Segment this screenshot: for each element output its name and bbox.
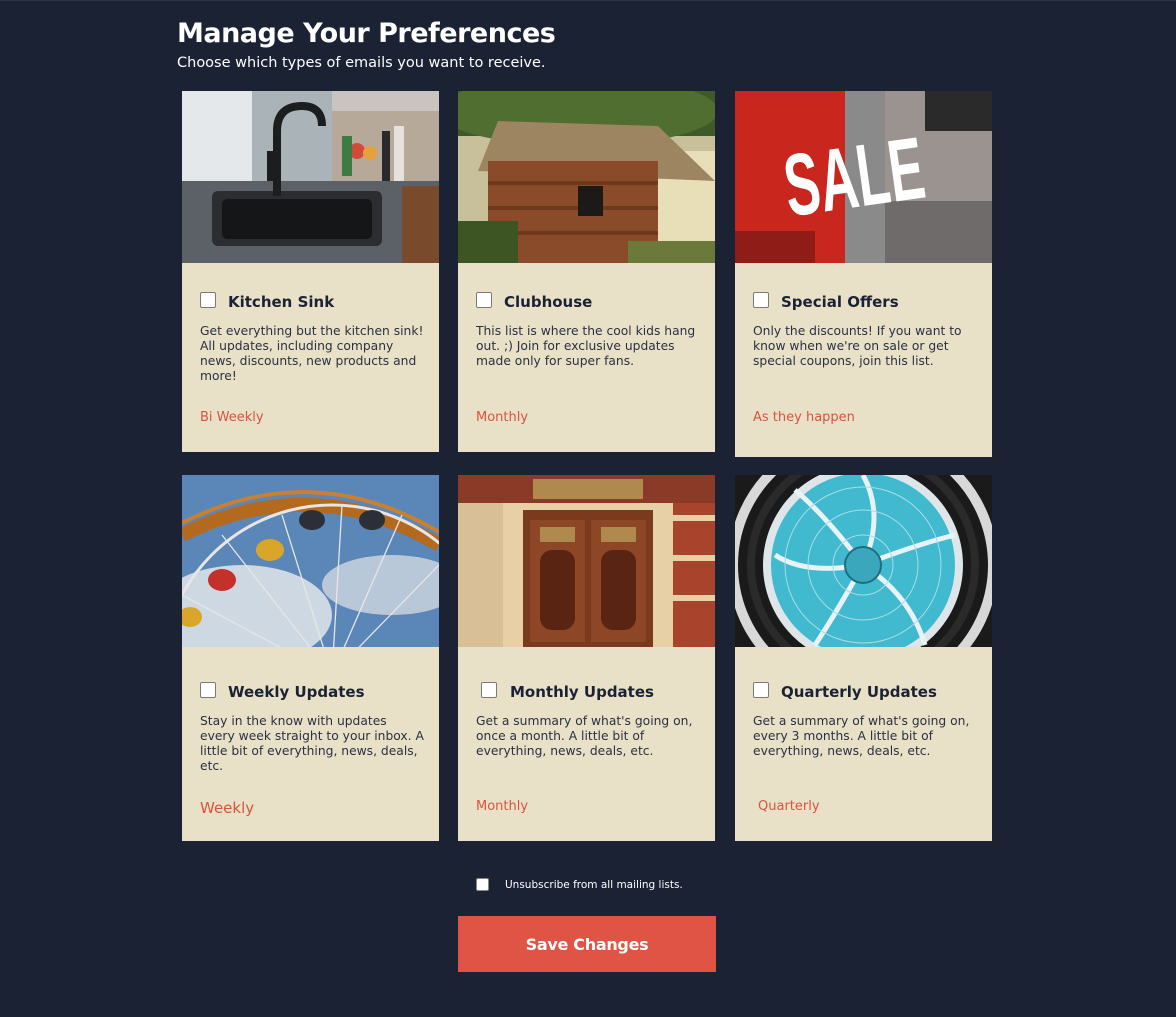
kitchen-sink-photo xyxy=(182,91,439,263)
card-frequency: Quarterly xyxy=(758,799,820,814)
kitchen-sink-checkbox[interactable] xyxy=(200,292,216,308)
card-description: Get a summary of what's going on, once a… xyxy=(476,714,693,758)
card-title: Clubhouse xyxy=(504,293,593,311)
ornate-door-photo xyxy=(458,475,715,647)
list-card-special-offers: SALE Special Offers Only the discounts! … xyxy=(735,91,992,457)
list-card-monthly-updates: Monthly Updates Get a summary of what's … xyxy=(458,475,715,841)
special-offers-checkbox[interactable] xyxy=(753,292,769,308)
card-frequency: As they happen xyxy=(753,410,855,425)
card-title: Kitchen Sink xyxy=(228,293,335,311)
card-description: Stay in the know with updates every week… xyxy=(200,714,424,773)
card-frequency: Monthly xyxy=(476,799,529,814)
save-changes-button[interactable]: Save Changes xyxy=(458,916,716,972)
card-title: Weekly Updates xyxy=(228,683,365,701)
weekly-updates-checkbox[interactable] xyxy=(200,682,216,698)
list-card-quarterly-updates: Quarterly Updates Get a summary of what'… xyxy=(735,475,992,841)
top-divider xyxy=(0,0,1176,1)
glass-dome-photo xyxy=(735,475,992,647)
card-title: Special Offers xyxy=(781,293,899,311)
card-description: Get everything but the kitchen sink! All… xyxy=(200,324,424,383)
ferris-wheel-photo xyxy=(182,475,439,647)
card-frequency: Weekly xyxy=(200,799,255,817)
card-title: Quarterly Updates xyxy=(781,683,937,701)
card-title: Monthly Updates xyxy=(510,683,654,701)
quarterly-updates-checkbox[interactable] xyxy=(753,682,769,698)
sale-window-photo: SALE xyxy=(735,91,992,263)
card-description: This list is where the cool kids hang ou… xyxy=(476,324,696,368)
unsubscribe-checkbox[interactable] xyxy=(476,878,489,891)
list-card-weekly-updates: Weekly Updates Stay in the know with upd… xyxy=(182,475,439,841)
card-frequency: Monthly xyxy=(476,410,529,425)
card-description: Get a summary of what's going on, every … xyxy=(753,714,970,758)
list-card-clubhouse: Clubhouse This list is where the cool ki… xyxy=(458,91,715,452)
card-frequency: Bi Weekly xyxy=(200,410,264,425)
wooden-clubhouse-photo xyxy=(458,91,715,263)
unsubscribe-label: Unsubscribe from all mailing lists. xyxy=(505,879,683,891)
clubhouse-checkbox[interactable] xyxy=(476,292,492,308)
svg-text:SALE: SALE xyxy=(778,118,930,236)
page-subtitle: Choose which types of emails you want to… xyxy=(177,55,546,71)
monthly-updates-checkbox[interactable] xyxy=(481,682,497,698)
card-description: Only the discounts! If you want to know … xyxy=(753,324,962,368)
page-title: Manage Your Preferences xyxy=(177,18,556,49)
list-card-kitchen-sink: Kitchen Sink Get everything but the kitc… xyxy=(182,91,439,452)
